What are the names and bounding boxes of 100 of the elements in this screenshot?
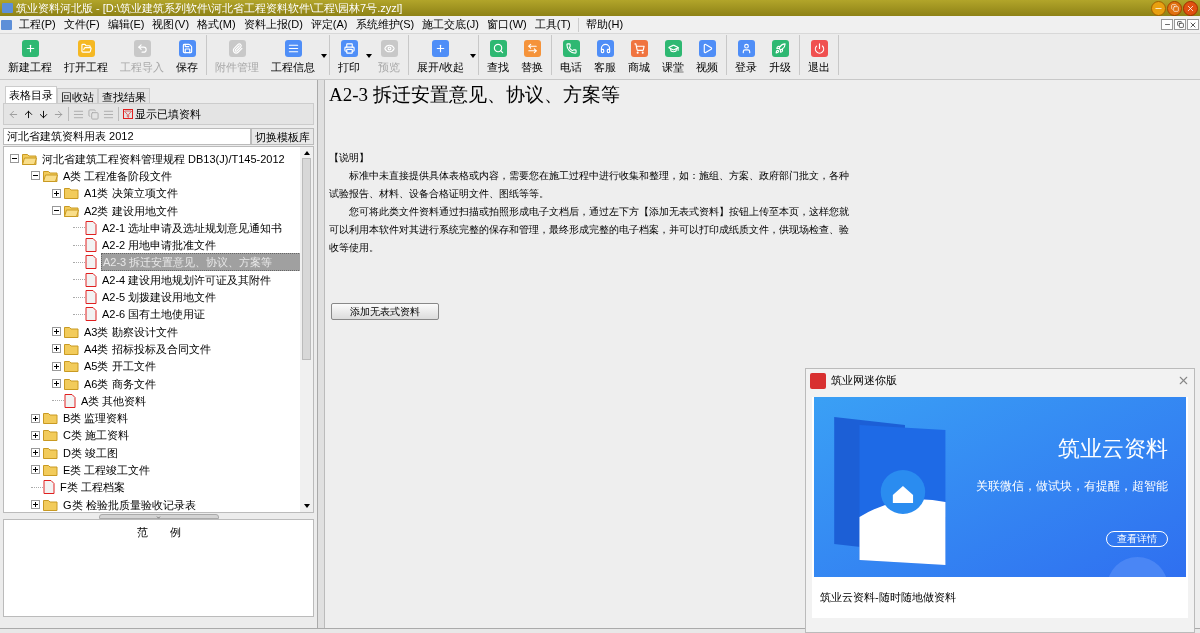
menu-item[interactable]: 资料上报(D) [239,16,307,33]
collapse-toggle-icon[interactable] [52,206,61,216]
document-icon [64,393,76,408]
toolbar-button[interactable]: 电话 [554,35,589,79]
expand-toggle-icon[interactable] [52,379,61,388]
sidebar-tab[interactable]: 回收站 [57,88,98,103]
folder-icon [43,429,58,442]
tree-item[interactable]: A3类 勘察设计文件 [83,323,179,340]
switch-library-button[interactable]: 切换模板库 [251,128,314,145]
folder-icon [43,464,58,476]
sidebar-tab[interactable]: 查找结果 [98,88,150,103]
up-arrow-icon[interactable] [23,108,34,120]
minimize-button[interactable] [1151,0,1166,16]
toolbar-button[interactable]: 退出 [802,35,837,79]
document-icon [85,307,97,322]
restore-button[interactable] [1167,0,1182,16]
folder-icon [64,187,79,200]
tree-item[interactable]: A2-5 划拨建设用地文件 [101,289,218,305]
tree-item[interactable]: C类 施工资料 [62,427,130,444]
scroll-down-icon[interactable] [303,504,310,508]
tree-item[interactable]: A2类 建设用地文件 [83,202,179,219]
document-icon [85,272,97,287]
toolbar-button[interactable]: 新建工程 [2,35,58,79]
menu-item[interactable]: 评定(A) [306,16,352,33]
expand-toggle-icon[interactable] [31,413,40,423]
tree-item[interactable]: A1类 决策立项文件 [83,185,179,202]
expand-toggle-icon[interactable] [52,188,61,198]
toolbar-button[interactable]: 替换 [515,35,550,79]
expand-toggle-icon[interactable] [31,465,40,475]
menu-item[interactable]: 帮助(H) [581,16,628,33]
expand-toggle-icon[interactable] [52,344,61,354]
menu-item[interactable]: 视图(V) [148,16,194,33]
menu-item[interactable]: 工程(P) [15,16,60,33]
tree-item[interactable]: A2-6 国有土地使用证 [101,306,207,323]
collapse-toggle-icon[interactable] [31,171,40,181]
mdi-close-button[interactable] [1187,19,1199,30]
toolbar-button[interactable]: 工程信息 [265,35,321,79]
open-folder-icon [64,204,79,217]
tree-item[interactable]: A2-4 建设用地规划许可证及其附件 [101,271,273,288]
toolbar-button[interactable]: 客服 [588,35,623,79]
tree-item[interactable]: A4类 招标投标及合同文件 [83,340,212,357]
tree-item[interactable]: A5类 开工文件 [83,358,157,375]
toolbar-button[interactable]: 课堂 [656,35,691,79]
toolbar-button[interactable]: 视频 [690,35,725,79]
expand-toggle-icon[interactable] [52,361,61,371]
menu-item[interactable]: 格式(M) [193,16,240,33]
toolbar-button[interactable]: 登录 [729,35,764,79]
open-folder-icon [22,152,37,165]
document-icon [43,480,55,495]
down-arrow-icon[interactable] [38,108,49,120]
tree-item[interactable]: D类 竣工图 [62,444,119,461]
toolbar-button[interactable]: 打印 [332,35,366,79]
close-icon [1186,3,1195,13]
mdi-restore-button[interactable] [1174,19,1186,30]
tree-item[interactable]: 河北省建筑工程资料管理规程 DB13(J)/T145-2012 [41,150,286,167]
toolbar-button[interactable]: 打开工程 [58,35,114,79]
restore-icon [1176,21,1184,28]
scrollbar[interactable] [300,147,313,512]
collapse-toggle-icon[interactable] [10,154,19,164]
expand-toggle-icon[interactable] [31,430,40,440]
tree-item[interactable]: E类 工程竣工文件 [62,462,152,478]
library-field[interactable]: 河北省建筑资料用表 2012 [3,128,251,145]
tree-item[interactable]: F类 工程档案 [59,479,126,496]
tree-item[interactable]: A6类 商务文件 [83,375,157,392]
toolbar-button[interactable]: 商城 [622,35,657,79]
expand-toggle-icon[interactable] [52,327,61,337]
tree-item[interactable]: A类 其他资料 [80,392,148,409]
folder-icon [43,498,58,511]
menu-item[interactable]: 工具(T) [530,16,575,33]
toolbar-button[interactable]: 保存 [170,35,204,79]
dropdown-caret-icon[interactable] [321,54,327,58]
note-heading: 【说明】 [329,151,370,165]
expand-toggle-icon[interactable] [31,448,40,458]
folder-icon [43,446,58,459]
close-button[interactable] [1177,374,1190,387]
popup-caption: 筑业云资料-随时随地做资料 [819,590,957,605]
menu-item[interactable]: 窗口(W) [483,16,531,33]
add-material-button[interactable]: 添加无表式资料 [331,303,439,320]
dropdown-caret-icon[interactable] [366,54,372,58]
tree-item[interactable]: B类 监理资料 [62,410,130,427]
menu-item[interactable]: 施工交底(J) [418,16,483,33]
menu-item[interactable]: 系统维护(S) [351,16,419,33]
tree-item[interactable]: A2-1 选址申请及选址规划意见通知书 [101,219,284,236]
menu-item[interactable]: 编辑(E) [103,16,149,33]
popup-title: 筑业网迷你版 [831,373,897,389]
tree-item[interactable]: A类 工程准备阶段文件 [62,167,174,184]
banner-tagline: 关联微信，做试块，有提醒，超智能 [976,478,1168,495]
splitter-handle[interactable] [98,513,219,519]
mdi-minimize-button[interactable] [1161,19,1173,30]
sidebar-tab[interactable]: 表格目录 [5,86,57,103]
dropdown-caret-icon[interactable] [470,54,477,58]
logo-icon [810,372,826,389]
toolbar-button[interactable]: 查找 [481,35,516,79]
toolbar-button[interactable]: 展开/收起 [411,35,471,79]
toolbar-button[interactable]: 升级 [763,35,798,79]
close-button[interactable] [1183,0,1198,16]
menu-item[interactable]: 文件(F) [59,16,104,33]
tree-item[interactable]: G类 检验批质量验收记录表 [62,496,197,512]
tree-item[interactable]: A2-2 用地申请批准文件 [101,237,218,254]
expand-toggle-icon[interactable] [31,500,40,510]
